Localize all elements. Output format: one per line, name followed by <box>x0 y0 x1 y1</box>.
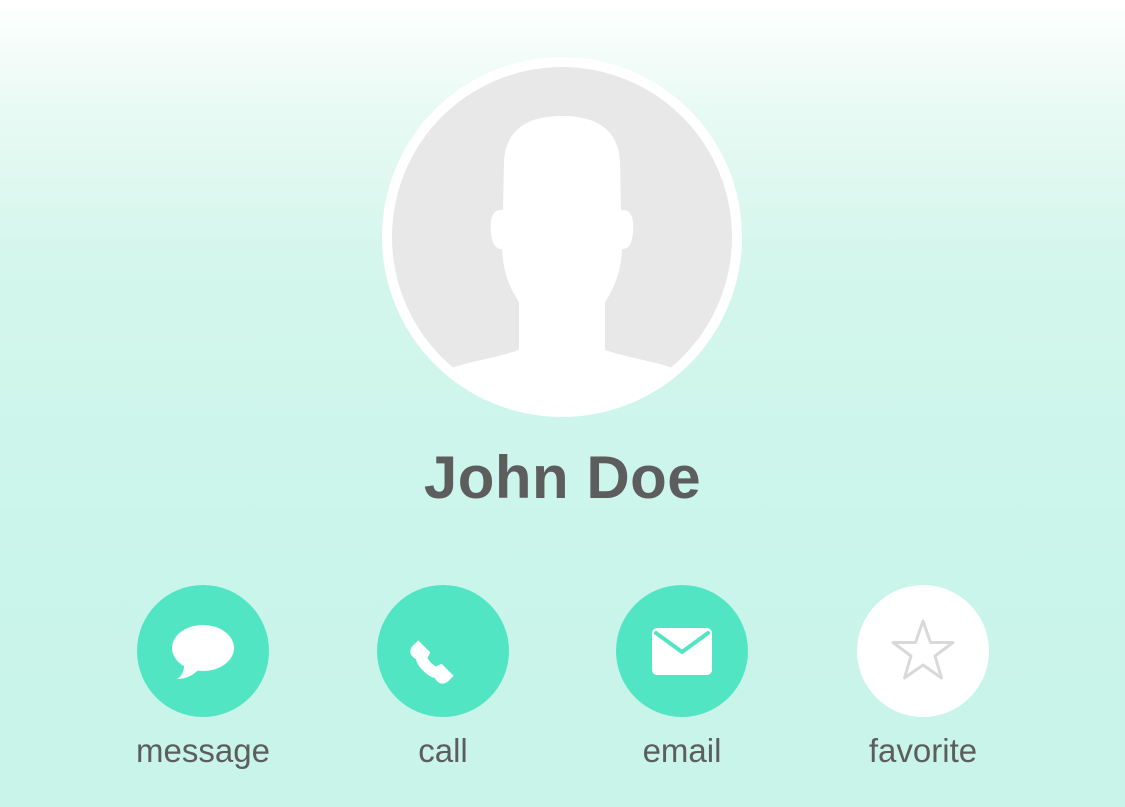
phone-icon <box>410 640 454 684</box>
contact-card: John Doe message call email favorite <box>0 0 1125 807</box>
message-label[interactable]: message <box>103 731 303 771</box>
email-label[interactable]: email <box>582 731 782 771</box>
contact-name: John Doe <box>423 444 702 511</box>
person-silhouette-icon <box>447 116 677 407</box>
star-icon <box>891 619 955 680</box>
favorite-label[interactable]: favorite <box>823 731 1023 771</box>
call-label[interactable]: call <box>343 731 543 771</box>
email-action: email <box>582 585 782 785</box>
avatar-ring <box>382 57 742 417</box>
favorite-button[interactable] <box>857 585 989 717</box>
avatar[interactable] <box>392 67 732 407</box>
call-action: call <box>343 585 543 785</box>
envelope-icon <box>652 628 712 675</box>
message-button[interactable] <box>137 585 269 717</box>
email-button[interactable] <box>616 585 748 717</box>
message-action: message <box>103 585 303 785</box>
speech-bubble-icon <box>172 625 234 679</box>
favorite-action: favorite <box>823 585 1023 785</box>
call-button[interactable] <box>377 585 509 717</box>
